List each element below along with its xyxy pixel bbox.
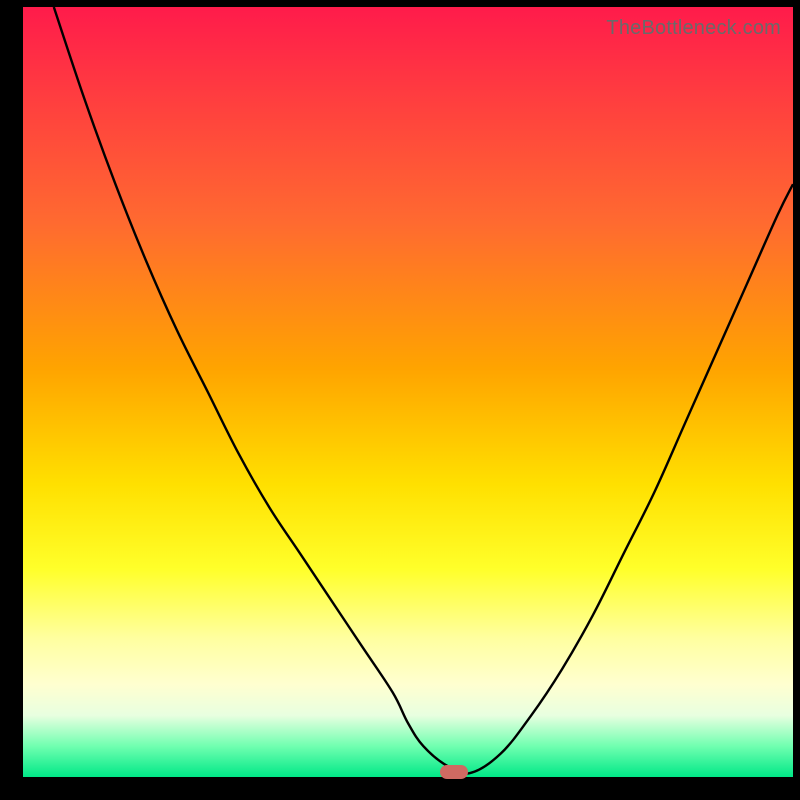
- chart-frame: TheBottleneck.com: [0, 0, 800, 800]
- plot-area: TheBottleneck.com: [23, 7, 793, 777]
- optimal-point-marker: [440, 765, 468, 779]
- bottleneck-curve: [23, 7, 793, 777]
- curve-path: [54, 7, 793, 774]
